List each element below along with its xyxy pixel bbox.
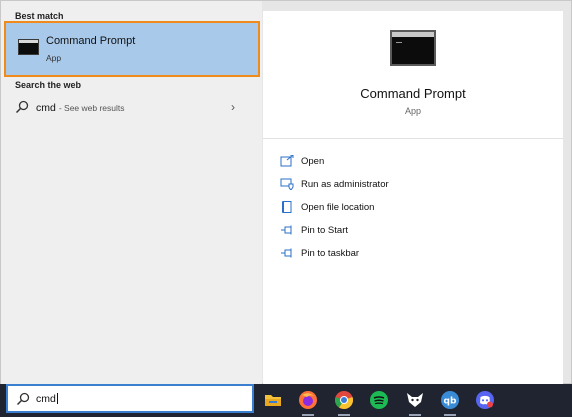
results-pane: Best match Command Prompt App Search the…: [1, 1, 262, 385]
best-match-name: Command Prompt: [46, 35, 136, 47]
app-preview: Command Prompt App: [263, 11, 563, 139]
search-icon: [15, 100, 29, 114]
chrome-running-indicator: [338, 414, 350, 416]
best-match-result[interactable]: Command Prompt App: [4, 21, 260, 77]
action-pin-to-start[interactable]: Pin to Start: [263, 220, 563, 242]
preview-app-name: Command Prompt: [360, 86, 466, 101]
search-web-heading: Search the web: [15, 80, 82, 90]
action-label: Open file location: [301, 202, 375, 213]
discord-icon[interactable]: [475, 390, 495, 410]
action-label: Open: [301, 156, 325, 167]
preview-app-type: App: [404, 106, 421, 116]
qbittorrent-running-indicator: [444, 414, 456, 416]
web-hint: - See web results: [58, 103, 125, 113]
web-query: cmd: [36, 102, 56, 114]
command-prompt-large-icon: [390, 30, 436, 66]
action-label: Pin to Start: [301, 225, 348, 236]
search-start-panel: Best match Command Prompt App Search the…: [0, 0, 572, 385]
firefox-icon[interactable]: [298, 390, 318, 410]
best-match-heading: Best match: [15, 11, 64, 21]
shield-icon: [280, 178, 294, 190]
taskbar: cmd qb: [0, 384, 572, 417]
svg-text:qb: qb: [444, 397, 457, 407]
best-match-type: App: [46, 53, 62, 63]
action-label: Run as administrator: [301, 179, 389, 190]
action-open-file-location[interactable]: Open file location: [263, 197, 563, 219]
action-run-as-admin[interactable]: Run as administrator: [263, 174, 563, 196]
web-search-result[interactable]: cmd - See web results ›: [1, 94, 262, 122]
firefox-running-indicator: [302, 414, 314, 416]
open-icon: [280, 155, 294, 167]
action-pin-to-taskbar[interactable]: Pin to taskbar: [263, 243, 563, 265]
lens-icon[interactable]: [405, 390, 425, 410]
qbittorrent-icon[interactable]: qb: [440, 390, 460, 410]
chevron-right-icon[interactable]: ›: [231, 100, 235, 114]
pin-icon: [281, 225, 292, 235]
search-input-value[interactable]: cmd: [36, 393, 56, 405]
text-caret: [56, 393, 58, 404]
file-explorer-icon[interactable]: [263, 390, 283, 410]
taskbar-search-box[interactable]: cmd: [6, 384, 254, 413]
action-open[interactable]: Open: [263, 151, 563, 173]
folder-location-icon: [282, 201, 292, 213]
action-label: Pin to taskbar: [301, 248, 360, 259]
chrome-icon[interactable]: [334, 390, 354, 410]
spotify-icon[interactable]: [369, 390, 389, 410]
detail-pane: Command Prompt App Open Run as administr…: [263, 11, 563, 385]
search-icon: [16, 392, 30, 406]
pin-icon: [281, 248, 292, 258]
lens-running-indicator: [409, 414, 421, 416]
command-prompt-icon: [18, 39, 39, 55]
